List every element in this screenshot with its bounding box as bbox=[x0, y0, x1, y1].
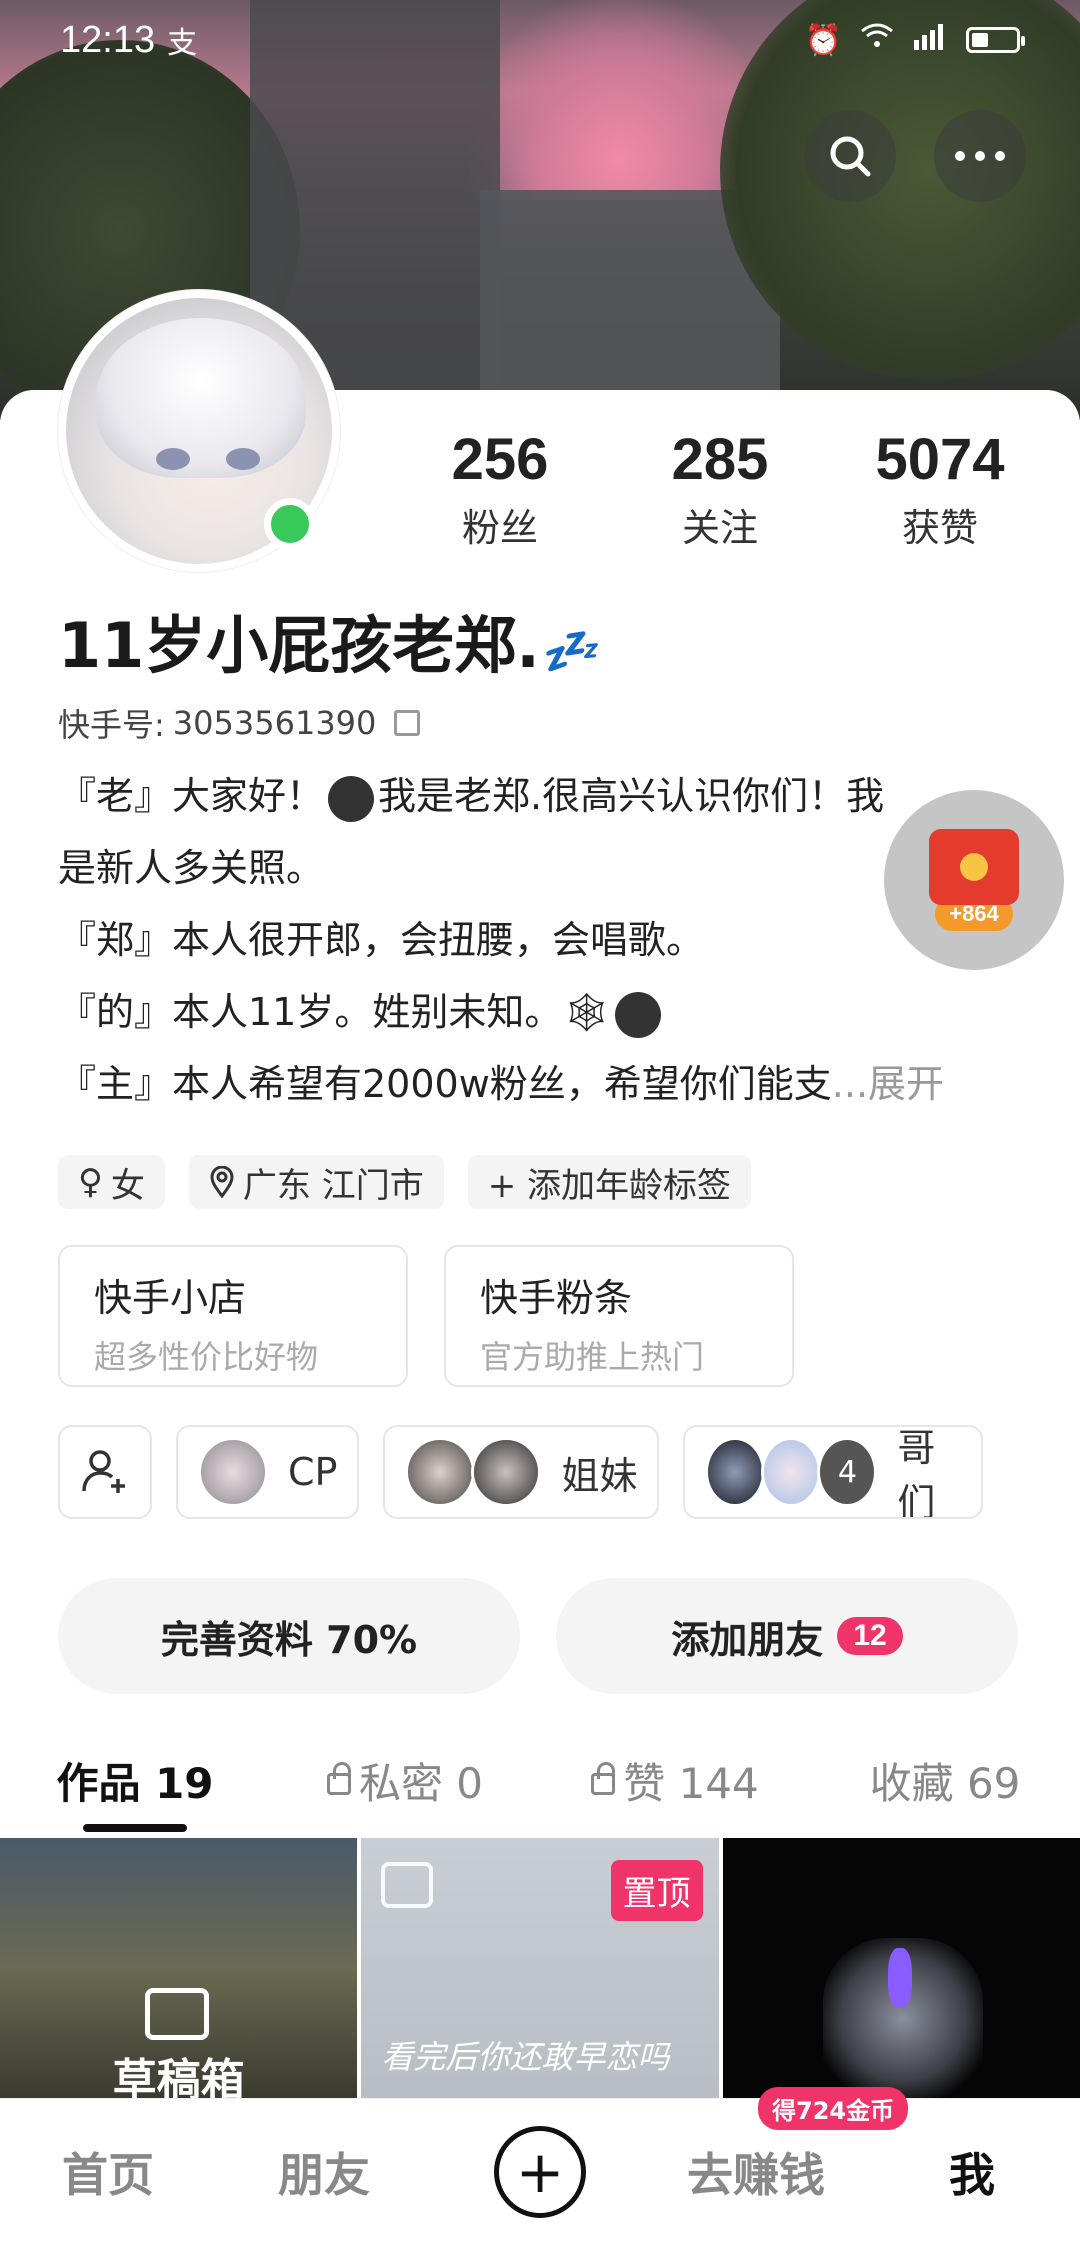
tab-liked[interactable]: 赞 144 bbox=[540, 1740, 810, 1820]
add-friend-count-badge: 12 bbox=[837, 1617, 903, 1655]
stat-value: 5074 bbox=[875, 427, 1005, 492]
relation-label: 姐妹 bbox=[561, 1453, 638, 1498]
profile-tags: ♀ 女 广东 江门市 + 添加年龄标签 bbox=[58, 1155, 752, 1209]
tab-works[interactable]: 作品 19 bbox=[0, 1740, 270, 1832]
folder-icon bbox=[145, 1988, 209, 2040]
stat-following[interactable]: 285 关注 bbox=[610, 425, 830, 552]
red-envelope-icon bbox=[929, 829, 1019, 905]
profile-nickname: 11岁小屁孩老郑.💤 bbox=[58, 595, 597, 685]
service-cards: 快手小店 超多性价比好物 快手粉条 官方助推上热门 bbox=[58, 1245, 794, 1387]
devil-emoji-icon bbox=[328, 775, 375, 822]
pinned-work-cell[interactable]: 置顶 看完后你还敢早恋吗 bbox=[361, 1838, 719, 2098]
shop-subtitle: 超多性价比好物 bbox=[94, 1338, 319, 1376]
work-caption: 看完后你还敢早恋吗 bbox=[381, 2038, 670, 2076]
bio-line-1: 『老』大家好！ 我是老郑.很高兴认识你们！我 bbox=[58, 760, 1008, 832]
shop-title: 快手粉条 bbox=[480, 1276, 633, 1320]
bio-line-4: 『的』本人11岁。姓别未知。🕸 bbox=[58, 976, 1008, 1048]
avatar bbox=[761, 1437, 822, 1507]
nav-home[interactable]: 首页 bbox=[0, 2139, 216, 2205]
avatar bbox=[198, 1437, 268, 1507]
coin-reward-badge: 得724金币 bbox=[758, 2086, 909, 2130]
stat-likes[interactable]: 5074 获赞 bbox=[830, 425, 1050, 552]
nav-earn[interactable]: 去赚钱 得724金币 bbox=[648, 2086, 909, 2205]
nickname-text: 11岁小屁孩老郑. bbox=[58, 609, 540, 682]
sleep-emoji-icon: 💤 bbox=[539, 624, 598, 678]
status-bar: 12:13 支 ⏰ bbox=[0, 0, 1080, 80]
red-packet-button[interactable]: +864 bbox=[884, 790, 1064, 970]
relations-row: CP 姐妹 4 哥们 bbox=[58, 1425, 984, 1519]
kuaishou-id-row[interactable]: 快手号: 3053561390 bbox=[58, 700, 421, 746]
bio-line-5: 『主』本人希望有2000w粉丝，希望你们能支...展开 bbox=[58, 1062, 945, 1106]
alipay-indicator-icon: 支 bbox=[167, 27, 198, 60]
wifi-icon bbox=[860, 23, 894, 57]
add-age-tag-button[interactable]: + 添加年龄标签 bbox=[467, 1155, 752, 1209]
pinned-badge: 置顶 bbox=[610, 1860, 703, 1921]
search-button[interactable] bbox=[804, 110, 896, 202]
lock-icon bbox=[326, 1762, 351, 1795]
add-friend-button[interactable]: 添加朋友 12 bbox=[556, 1578, 1018, 1694]
shop-title: 快手小店 bbox=[94, 1276, 247, 1320]
relation-label: CP bbox=[288, 1450, 338, 1494]
avatar bbox=[471, 1437, 542, 1507]
relation-label: 哥们 bbox=[897, 1426, 936, 1519]
online-status-dot bbox=[264, 498, 316, 550]
stat-value: 285 bbox=[671, 427, 769, 492]
status-icons: ⏰ bbox=[804, 22, 1025, 58]
kuaishou-promo-card[interactable]: 快手粉条 官方助推上热门 bbox=[444, 1245, 794, 1387]
relation-more-count: 4 bbox=[817, 1437, 878, 1507]
bio-expand-link[interactable]: ...展开 bbox=[832, 1062, 944, 1106]
tab-favorites[interactable]: 收藏 69 bbox=[810, 1740, 1080, 1820]
avatar bbox=[405, 1437, 476, 1507]
stat-label: 关注 bbox=[681, 506, 758, 550]
kuaishou-shop-card[interactable]: 快手小店 超多性价比好物 bbox=[58, 1245, 408, 1387]
kuaishou-id-label: 快手号: bbox=[58, 706, 165, 744]
shop-subtitle: 官方助推上热门 bbox=[480, 1338, 705, 1376]
plus-icon: + bbox=[494, 2125, 586, 2218]
relation-brothers[interactable]: 4 哥们 bbox=[683, 1425, 984, 1519]
stat-value: 256 bbox=[451, 427, 549, 492]
drafts-label: 草稿箱 bbox=[112, 2055, 245, 2098]
location-pin-icon bbox=[210, 1166, 234, 1198]
devil-emoji-icon bbox=[614, 991, 661, 1038]
status-time: 12:13 bbox=[60, 18, 156, 61]
gender-tag[interactable]: ♀ 女 bbox=[58, 1155, 165, 1209]
more-dots-icon bbox=[955, 151, 1005, 161]
complete-profile-button[interactable]: 完善资料 70% bbox=[58, 1578, 520, 1694]
stats-row: 256 粉丝 285 关注 5074 获赞 bbox=[390, 425, 1050, 552]
bottom-navigation: 首页 朋友 + 去赚钱 得724金币 我 bbox=[0, 2086, 1080, 2244]
more-options-button[interactable] bbox=[934, 110, 1026, 202]
avatar bbox=[705, 1437, 766, 1507]
nav-friends[interactable]: 朋友 bbox=[216, 2139, 432, 2205]
nav-create[interactable]: + bbox=[432, 2125, 648, 2218]
relation-sisters[interactable]: 姐妹 bbox=[383, 1425, 660, 1519]
search-icon bbox=[830, 136, 871, 177]
female-icon: ♀ bbox=[78, 1162, 103, 1202]
add-relation-button[interactable] bbox=[58, 1425, 152, 1519]
signal-icon bbox=[912, 22, 948, 58]
tab-private[interactable]: 私密 0 bbox=[270, 1740, 540, 1820]
alarm-icon: ⏰ bbox=[804, 23, 842, 57]
work-cell[interactable] bbox=[722, 1838, 1080, 2098]
stat-label: 获赞 bbox=[901, 506, 978, 550]
bio-line-2: 是新人多关照。 bbox=[58, 846, 325, 890]
add-user-icon bbox=[82, 1450, 125, 1493]
content-tabs: 作品 19 私密 0 赞 144 收藏 69 bbox=[0, 1740, 1080, 1832]
spiderweb-emoji-icon: 🕸 bbox=[562, 990, 611, 1034]
bio-line-3: 『郑』本人很开郎，会扭腰，会唱歌。 bbox=[58, 918, 705, 962]
works-grid: 草稿箱 置顶 看完后你还敢早恋吗 bbox=[0, 1838, 1080, 2098]
relation-cp[interactable]: CP bbox=[176, 1425, 360, 1519]
location-tag[interactable]: 广东 江门市 bbox=[188, 1155, 444, 1209]
battery-icon bbox=[966, 27, 1025, 53]
profile-actions: 完善资料 70% 添加朋友 12 bbox=[58, 1578, 1018, 1694]
stat-label: 粉丝 bbox=[461, 506, 538, 550]
stat-fans[interactable]: 256 粉丝 bbox=[390, 425, 610, 552]
photo-album-icon bbox=[381, 1862, 434, 1908]
drafts-cell[interactable]: 草稿箱 bbox=[0, 1838, 358, 2098]
qr-code-icon[interactable] bbox=[394, 710, 421, 736]
lock-icon bbox=[591, 1762, 616, 1795]
kuaishou-id-value: 3053561390 bbox=[172, 704, 377, 742]
nav-me[interactable]: 我 bbox=[864, 2139, 1080, 2205]
profile-bio[interactable]: 『老』大家好！ 我是老郑.很高兴认识你们！我 是新人多关照。 『郑』本人很开郎，会… bbox=[58, 760, 1008, 1120]
